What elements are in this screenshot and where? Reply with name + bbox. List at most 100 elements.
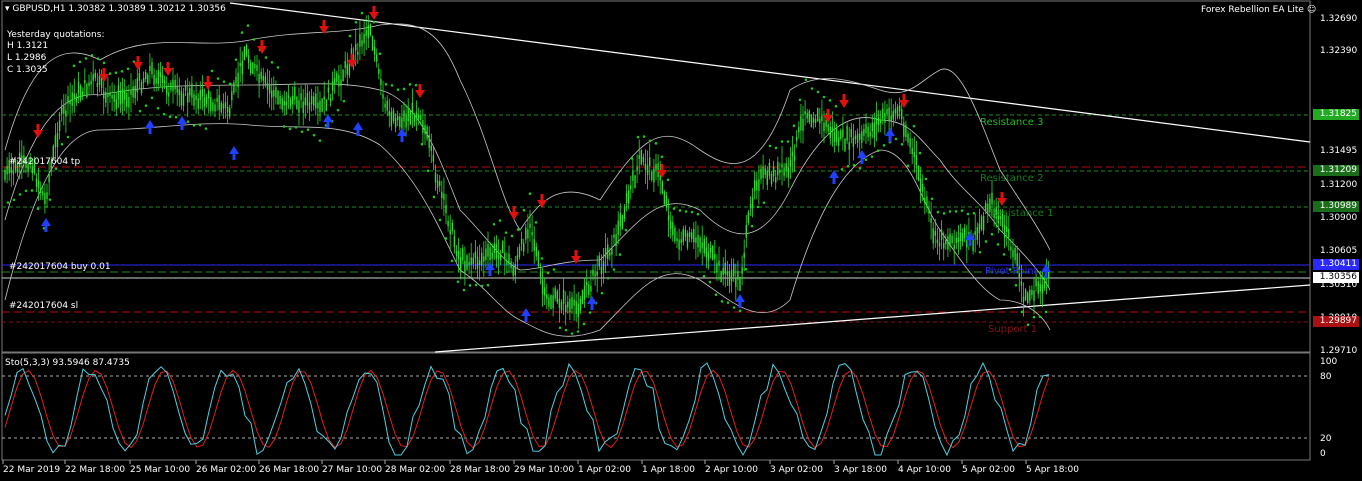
candle-body [510, 261, 512, 268]
price-tag: 1.30989 [1313, 201, 1359, 212]
candle-body [390, 111, 393, 127]
ea-name[interactable]: Forex Rebellion EA Lite ☺ [1201, 5, 1316, 15]
sar-dot [768, 144, 772, 148]
candle-body [875, 119, 878, 125]
candle-body [214, 104, 216, 112]
candle-body [344, 61, 346, 68]
candle-body [966, 240, 968, 248]
sar-dot [372, 20, 376, 24]
candle-body [88, 82, 90, 87]
candle-body [724, 262, 726, 275]
candle-body [426, 126, 428, 139]
candle-body [294, 87, 296, 100]
candle-body [71, 92, 73, 106]
sar-dot [504, 231, 508, 234]
candle-body [865, 124, 867, 134]
stochastic-label: Sto(5,3,3) 93.5946 87.4735 [5, 358, 130, 368]
order-sl-label[interactable]: #242017604 sl [9, 301, 78, 311]
candle-body [235, 76, 237, 84]
sar-dot [18, 193, 22, 196]
sar-dot [288, 127, 292, 131]
candle-body [109, 92, 111, 97]
candle-body [457, 251, 460, 260]
candle-body [880, 119, 882, 124]
sar-dot [738, 309, 742, 313]
candle-body [924, 197, 926, 204]
candle-body [73, 93, 75, 98]
sar-dot [336, 108, 340, 112]
candle-body [218, 95, 220, 110]
sell-arrow-icon [839, 94, 849, 108]
candle-body [147, 74, 149, 84]
candle-body [180, 91, 183, 106]
candle-body [439, 181, 441, 186]
candle-body [859, 133, 861, 140]
candle-body [283, 101, 285, 106]
sar-dot [732, 306, 736, 309]
sar-dot [990, 232, 994, 236]
price-tag: 1.30356 [1313, 272, 1359, 283]
order-tp-label[interactable]: #242017604 tp [9, 157, 80, 167]
sar-dot [996, 243, 1000, 246]
candle-body [756, 180, 758, 191]
candle-body [493, 243, 495, 253]
candle-body [903, 122, 905, 137]
sar-dot [36, 207, 40, 210]
candle-body [340, 79, 342, 87]
time-axis-label: 29 Mar 10:00 [514, 465, 575, 475]
candle-body [783, 168, 785, 176]
candle-body [86, 84, 88, 98]
candle-body [667, 215, 670, 221]
order-buy-label[interactable]: #242017604 buy 0.01 [9, 262, 111, 272]
sar-dot [432, 195, 436, 199]
candle-body [861, 131, 863, 143]
trading-chart[interactable] [0, 0, 1362, 481]
candle-body [617, 220, 619, 235]
sar-dot [702, 274, 706, 278]
candle-body [382, 94, 384, 99]
candle-body [569, 298, 571, 313]
candle-body [84, 80, 86, 84]
candle-body [67, 96, 69, 104]
sar-dot [174, 115, 178, 119]
candle-body [250, 62, 252, 73]
candle-body [63, 105, 65, 114]
sar-dot [858, 167, 862, 170]
sar-dot [6, 201, 10, 204]
candle-body [533, 239, 535, 251]
candle-body [126, 92, 128, 107]
candle-body [588, 284, 590, 295]
candle-body [161, 75, 164, 83]
symbol-header[interactable]: ▾ GBPUSD,H1 1.30382 1.30389 1.30212 1.30… [5, 4, 226, 14]
sar-dot [342, 99, 346, 103]
sar-dot [1002, 253, 1006, 256]
candle-body [460, 257, 462, 270]
symbol-quote-line: GBPUSD,H1 1.30382 1.30389 1.30212 1.3035… [12, 4, 226, 14]
candle-body [48, 173, 50, 183]
candle-body [35, 178, 38, 188]
candle-body [220, 102, 222, 112]
candle-body [170, 82, 172, 91]
menu-triangle-icon[interactable]: ▾ [5, 4, 10, 14]
sar-dot [612, 268, 616, 271]
candle-body [281, 98, 283, 110]
candle-body [518, 246, 521, 257]
sar-dot [1014, 283, 1018, 287]
candle-body [96, 82, 99, 87]
candle-body [911, 147, 913, 155]
candle-body [157, 70, 159, 85]
candle-body [817, 107, 819, 122]
candle-body [772, 166, 775, 177]
sar-dot [846, 164, 850, 168]
candle-body [745, 224, 747, 238]
candle-body [424, 124, 426, 135]
sar-dot [576, 330, 580, 333]
sar-dot [726, 301, 730, 304]
candle-body [777, 161, 779, 176]
lower-trendline[interactable] [434, 284, 1311, 353]
candle-body [176, 86, 178, 93]
sar-dot [816, 90, 820, 94]
candle-body [890, 115, 892, 122]
candle-body [483, 256, 485, 262]
sar-dot [546, 271, 550, 275]
